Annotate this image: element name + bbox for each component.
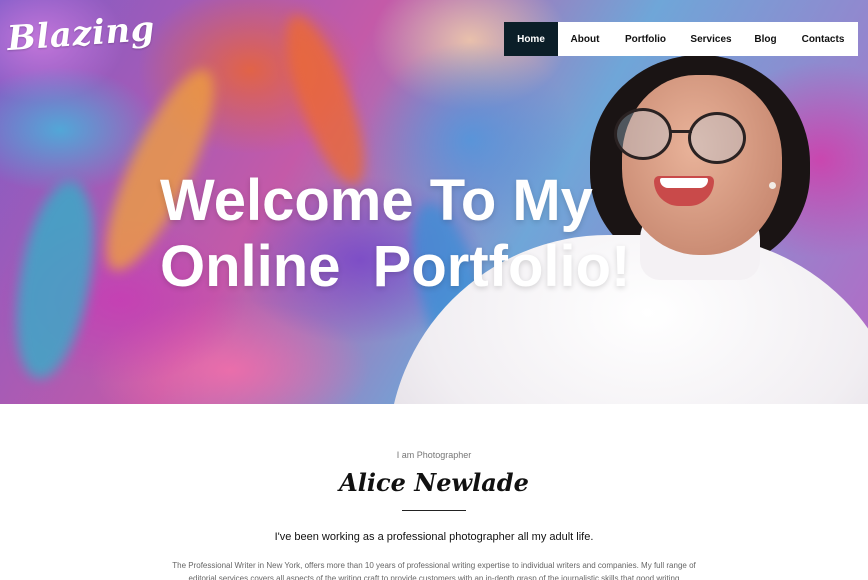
nav-item-home[interactable]: Home [504, 22, 558, 56]
intro-divider [402, 510, 466, 511]
paint-streak [270, 6, 380, 194]
earring [769, 182, 776, 189]
glasses-right-lens [688, 112, 746, 164]
glasses-left-lens [614, 108, 672, 160]
intro-eyebrow: I am Photographer [396, 450, 472, 460]
nav-item-services[interactable]: Services [679, 22, 743, 56]
nav-item-about[interactable]: About [558, 22, 612, 56]
intro-section: I am Photographer Alice Newlade I've bee… [0, 404, 868, 580]
glasses-bridge [670, 130, 692, 133]
nav-item-portfolio[interactable]: Portfolio [612, 22, 679, 56]
nav-item-contacts[interactable]: Contacts [788, 22, 858, 56]
main-nav: Home About Portfolio Services Blog Conta… [504, 22, 858, 56]
hero-headline: Welcome To My Online Portfolio! [160, 168, 680, 300]
intro-lead: I've been working as a professional phot… [274, 531, 594, 543]
intro-name: Alice Newlade [339, 468, 529, 497]
paint-streak [3, 175, 107, 385]
hero-headline-line2: Online Portfolio! [160, 234, 631, 299]
site-logo[interactable]: Blazing [6, 9, 156, 59]
nav-item-blog[interactable]: Blog [743, 22, 788, 56]
hero-headline-line1: Welcome To My [160, 168, 593, 233]
intro-body: The Professional Writer in New York, off… [172, 561, 696, 580]
hero-section: Blazing Home About Portfolio Services Bl… [0, 0, 868, 404]
